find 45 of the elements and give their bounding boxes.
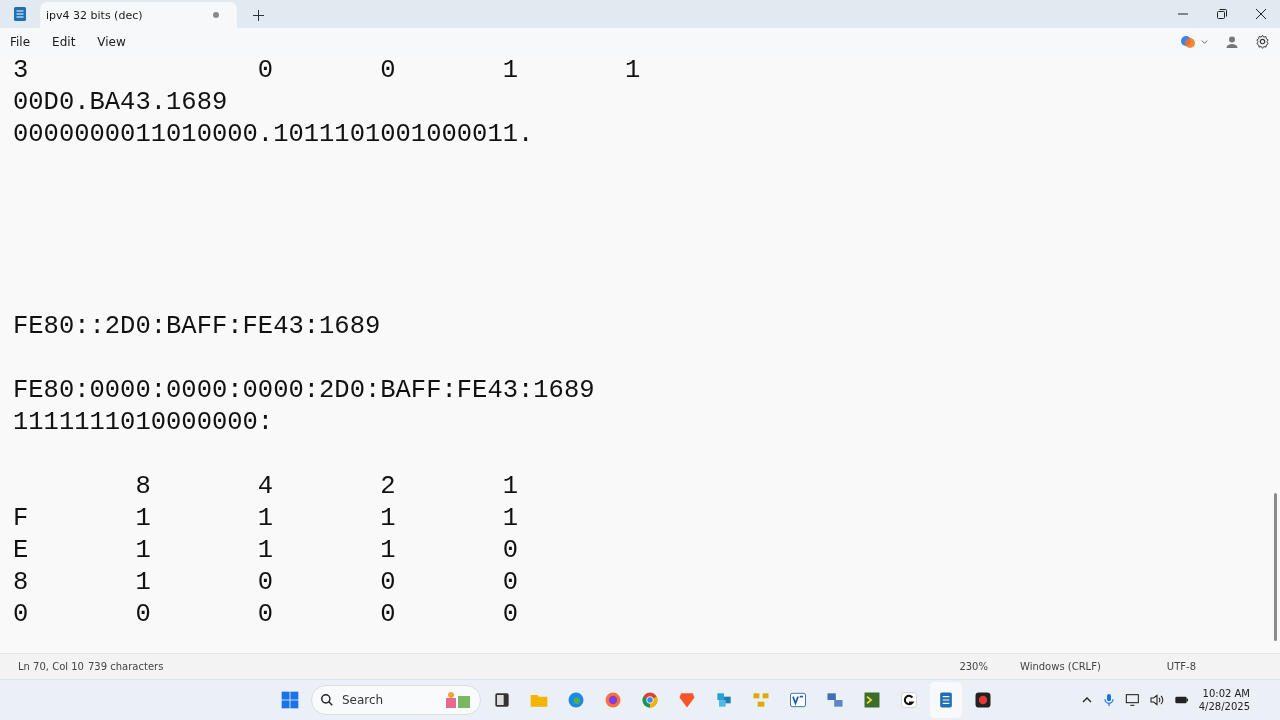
text-line: FE80:0000:0000:0000:2D0:BAFF:FE43:1689	[13, 376, 595, 405]
g-letter-icon	[899, 690, 919, 710]
scrollbar-thumb[interactable]	[1274, 493, 1277, 641]
text-line: 0000000011010000.1011101001000011.	[13, 120, 534, 149]
notepad-icon	[13, 6, 27, 22]
character-count: 739 characters	[88, 661, 164, 672]
text-line: E 1 1 1 0	[13, 536, 518, 565]
text-line: 0 0 0 0 0	[13, 600, 518, 629]
search-field[interactable]: Search	[311, 685, 481, 715]
windows-logo-icon	[280, 690, 300, 710]
cubes-icon	[714, 690, 734, 710]
unsaved-dot-icon	[213, 12, 219, 18]
speaker-icon	[1148, 692, 1165, 708]
search-icon	[320, 693, 334, 707]
text-line: F 1 1 1 1	[13, 504, 518, 533]
network-icon	[751, 690, 771, 710]
zoom-level: 230%	[959, 661, 988, 672]
browser-icon	[566, 690, 586, 710]
text-line: 3 0 0 1 1	[13, 56, 641, 85]
monitor-icon	[1124, 692, 1141, 708]
encoding: UTF-8	[1166, 661, 1196, 672]
browser-icon	[640, 690, 660, 710]
document-tab[interactable]: ipv4 32 bits (dec)	[40, 2, 237, 28]
plus-icon	[252, 9, 264, 21]
menu-item[interactable]: View	[89, 34, 134, 49]
terminal-icon	[862, 690, 882, 710]
text-line: 8 4 2 1	[134, 472, 518, 501]
chevron-down-icon	[1200, 37, 1209, 46]
text-line: 00D0.BA43.1689	[13, 88, 228, 117]
text-line: FE80::2D0:BAFF:FE43:1689	[13, 312, 381, 341]
restore-icon	[1216, 9, 1227, 19]
settings-icon	[1255, 34, 1270, 49]
line-endings: Windows (CRLF)	[1019, 661, 1101, 672]
clock[interactable]: 10:02 AM 4/28/2025	[1198, 687, 1250, 713]
text-line: 8 1 0 0 0	[13, 568, 518, 597]
menu-item[interactable]: Edit	[44, 34, 84, 49]
browser-icon	[603, 690, 623, 710]
record-icon	[973, 690, 993, 710]
close-icon	[1255, 9, 1266, 19]
person-icon	[1225, 34, 1239, 49]
copilot-icon	[1180, 33, 1196, 50]
text-line: 1111111010000000:	[13, 408, 274, 437]
computers-icon	[825, 690, 845, 710]
menu-item[interactable]: File	[2, 34, 39, 49]
window-icon	[492, 690, 512, 710]
